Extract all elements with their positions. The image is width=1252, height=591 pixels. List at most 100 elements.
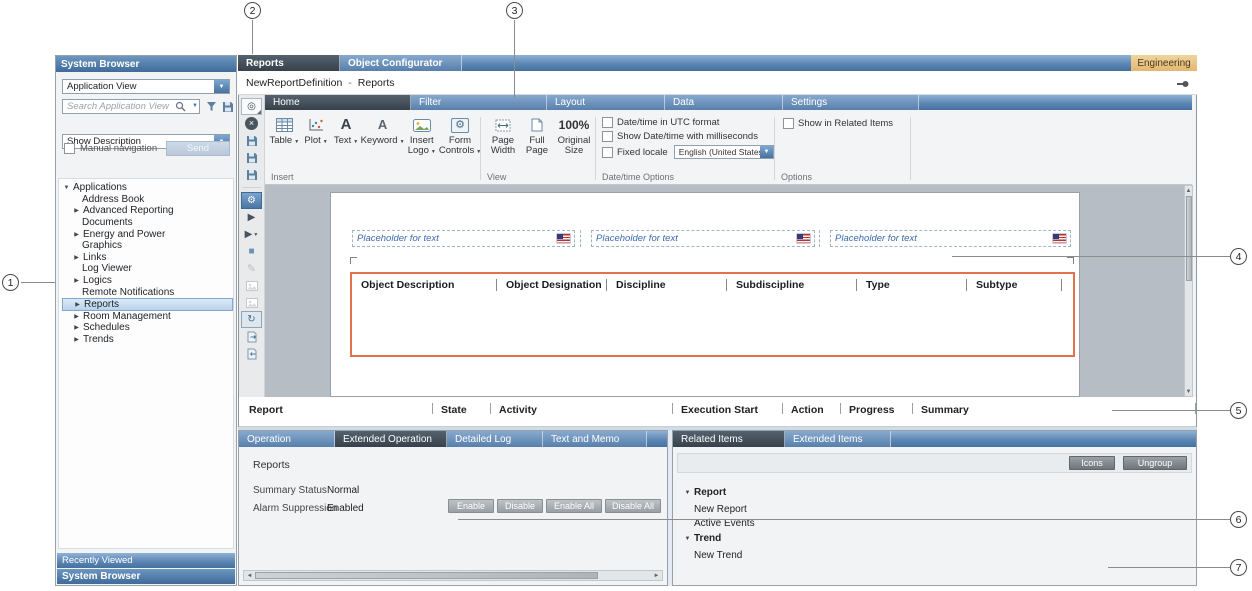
stop-icon[interactable]: ■ <box>241 243 263 260</box>
related-item-new-report[interactable]: New Report <box>694 504 747 515</box>
table-selection-handle[interactable] <box>1067 257 1074 264</box>
tree-item-energy-and-power[interactable]: ▶Energy and Power <box>62 228 233 240</box>
insert-table-button[interactable]: Table▼ <box>269 115 300 157</box>
column-discipline[interactable]: Discipline <box>607 274 727 296</box>
tab-extended-items[interactable]: Extended Items <box>785 431 891 447</box>
header-placeholder-left[interactable]: Placeholder for text <box>352 230 575 247</box>
export-icon[interactable] <box>241 328 263 345</box>
expand-open-icon[interactable]: ▼ <box>62 185 71 191</box>
column-state[interactable]: State <box>433 397 491 426</box>
utc-format-checkbox[interactable] <box>602 117 613 128</box>
tab-reports[interactable]: Reports <box>238 55 340 71</box>
search-options-chevron-icon[interactable]: ▼ <box>192 103 198 109</box>
manual-navigation-checkbox[interactable] <box>64 143 75 154</box>
breadcrumb-object-name[interactable]: NewReportDefinition <box>246 77 342 89</box>
table-selection-handle[interactable] <box>350 257 357 264</box>
full-page-button[interactable]: Full Page <box>523 115 551 156</box>
send-button[interactable]: Send <box>166 141 230 156</box>
expand-closed-icon[interactable]: ▶ <box>72 324 81 331</box>
insert-logo-button[interactable]: Insert Logo▼ <box>406 115 438 157</box>
expand-closed-icon[interactable]: ▶ <box>73 301 82 308</box>
header-placeholder-right[interactable]: Placeholder for text <box>830 230 1071 247</box>
tree-item-documents[interactable]: Documents <box>62 217 233 229</box>
column-object-description[interactable]: Object Description <box>352 274 497 296</box>
column-type[interactable]: Type <box>857 274 967 296</box>
expand-closed-icon[interactable]: ▶ <box>72 313 81 320</box>
tree-item-remote-notifications[interactable]: Remote Notifications <box>62 286 233 298</box>
tab-text-and-memo[interactable]: Text and Memo <box>543 431 647 447</box>
chevron-down-icon[interactable]: ▼ <box>760 146 773 158</box>
insert-text-button[interactable]: A Text▼ <box>333 115 360 157</box>
page-width-button[interactable]: Page Width <box>487 115 519 156</box>
disable-all-button[interactable]: Disable All <box>605 499 661 513</box>
column-execution-start[interactable]: Execution Start <box>673 397 783 426</box>
related-group-trend[interactable]: ▼ Trend <box>683 533 721 544</box>
expand-open-icon[interactable]: ▼ <box>683 536 692 542</box>
tree-item-advanced-reporting[interactable]: ▶Advanced Reporting <box>62 205 233 217</box>
column-object-designation[interactable]: Object Designation <box>497 274 607 296</box>
enable-button[interactable]: Enable <box>448 499 494 513</box>
expand-closed-icon[interactable]: ▶ <box>72 336 81 343</box>
column-report[interactable]: Report <box>239 397 433 426</box>
tab-detailed-log[interactable]: Detailed Log <box>447 431 543 447</box>
operation-horizontal-scrollbar[interactable]: ◄ ► <box>243 570 663 581</box>
original-size-button[interactable]: 100% Original Size <box>555 115 593 156</box>
tree-root-applications[interactable]: ▼ Applications <box>62 182 233 194</box>
scrollbar-thumb[interactable] <box>1186 196 1192 281</box>
column-summary[interactable]: Summary <box>913 397 1196 426</box>
save-icon[interactable] <box>241 132 263 149</box>
report-table[interactable]: Object Description Object Designation Di… <box>350 272 1075 357</box>
tree-item-links[interactable]: ▶Links <box>62 252 233 264</box>
ungroup-button[interactable]: Ungroup <box>1123 456 1187 470</box>
column-subtype[interactable]: Subtype <box>967 274 1062 296</box>
tree-item-trends[interactable]: ▶Trends <box>62 334 233 346</box>
tab-related-items[interactable]: Related Items <box>673 431 785 447</box>
run-icon[interactable]: ▶ <box>241 209 263 226</box>
search-icon[interactable] <box>175 101 186 115</box>
enable-all-button[interactable]: Enable All <box>546 499 602 513</box>
scroll-left-icon[interactable]: ◄ <box>244 571 255 580</box>
scroll-up-icon[interactable]: ▲ <box>1185 186 1192 195</box>
expand-closed-icon[interactable]: ▶ <box>72 254 81 261</box>
export-pdf-icon[interactable] <box>241 277 263 294</box>
application-view-combo[interactable]: Application View ▼ <box>62 79 230 94</box>
save-search-icon[interactable] <box>222 101 234 116</box>
tree-item-graphics[interactable]: Graphics <box>62 240 233 252</box>
locale-flag-icon[interactable] <box>557 234 570 243</box>
tree-item-address-book[interactable]: Address Book <box>62 194 233 206</box>
canvas-vertical-scrollbar[interactable]: ▲ ▼ <box>1184 185 1193 397</box>
report-canvas[interactable]: Placeholder for text Placeholder for tex… <box>265 185 1184 397</box>
filter-funnel-icon[interactable] <box>206 101 217 115</box>
tab-extended-operation[interactable]: Extended Operation <box>335 431 447 447</box>
tab-operation[interactable]: Operation <box>239 431 335 447</box>
save-as-icon[interactable] <box>241 149 263 166</box>
tree-item-logics[interactable]: ▶Logics <box>62 275 233 287</box>
fixed-locale-checkbox[interactable] <box>602 147 613 158</box>
tab-object-configurator[interactable]: Object Configurator <box>340 55 462 71</box>
tree-item-schedules[interactable]: ▶Schedules <box>62 322 233 334</box>
locale-flag-icon[interactable] <box>1053 234 1066 243</box>
insert-plot-button[interactable]: Plot▼ <box>302 115 331 157</box>
ribbon-tab-settings[interactable]: Settings <box>783 95 919 110</box>
milliseconds-checkbox[interactable] <box>602 131 613 142</box>
tree-item-reports-selected[interactable]: ▶Reports <box>62 298 233 311</box>
scroll-right-icon[interactable]: ► <box>651 571 662 580</box>
edit-icon[interactable]: ✎ <box>241 260 263 277</box>
icons-button[interactable]: Icons <box>1069 456 1115 470</box>
settings-gear-icon[interactable]: ⚙ <box>241 192 262 209</box>
expand-open-icon[interactable]: ▼ <box>683 490 692 496</box>
insert-keyword-button[interactable]: A Keyword▼ <box>362 115 404 157</box>
import-icon[interactable] <box>241 345 263 362</box>
scroll-down-icon[interactable]: ▼ <box>1185 387 1192 396</box>
ribbon-tab-data[interactable]: Data <box>665 95 783 110</box>
ribbon-tab-layout[interactable]: Layout <box>547 95 665 110</box>
ribbon-tab-home[interactable]: Home <box>265 95 411 110</box>
cancel-icon[interactable]: × <box>241 115 263 132</box>
chevron-down-icon[interactable]: ▼ <box>214 80 229 93</box>
system-browser-footer-bar[interactable]: System Browser <box>57 569 235 584</box>
tree-item-log-viewer[interactable]: Log Viewer <box>62 263 233 275</box>
ribbon-tab-filter[interactable]: Filter <box>411 95 547 110</box>
column-activity[interactable]: Activity <box>491 397 673 426</box>
locale-combo[interactable]: English (United States) ▼ <box>674 145 774 159</box>
column-subdiscipline[interactable]: Subdiscipline <box>727 274 857 296</box>
